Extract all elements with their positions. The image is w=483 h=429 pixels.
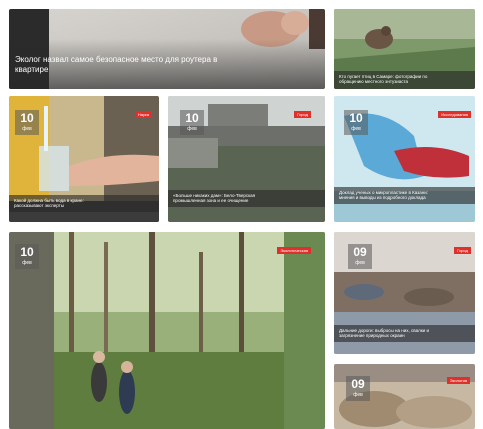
headline-line-2: загрязнение природных окраин: [339, 333, 405, 339]
category-tag[interactable]: Экология: [446, 377, 470, 384]
date-badge: 10 фев: [15, 244, 39, 269]
headline-line-1: Эколог назвал самое безопасное место для…: [15, 55, 218, 64]
date-day: 09: [351, 377, 365, 391]
news-card-pond[interactable]: 10 фев Город «Больше никаких дам»: Бело-…: [168, 96, 325, 222]
headline-line-2: рассказывают эксперты: [14, 203, 64, 209]
date-badge: 10 фев: [15, 110, 39, 135]
date-badge: 09 фев: [348, 244, 372, 269]
headline-line-2: обращению местного энтузиаста: [339, 79, 409, 85]
headline-line-2: квартире: [15, 65, 49, 74]
news-card-water[interactable]: 10 фев Наука Какой должна быть вода в кр…: [9, 96, 159, 222]
news-card-birds[interactable]: Кто пугает птиц в Самаре: фотографии по …: [334, 9, 475, 89]
date-month: фев: [22, 126, 32, 132]
date-badge: 10 фев: [344, 110, 368, 135]
date-month: фев: [187, 126, 197, 132]
news-card-router[interactable]: Эколог назвал самое безопасное место для…: [9, 9, 325, 89]
date-month: фев: [355, 260, 365, 266]
category-tag[interactable]: Исследования: [438, 111, 471, 118]
news-card-lab[interactable]: 10 фев Исследования Доклад ученых о микр…: [334, 96, 475, 222]
news-card-forest[interactable]: 10 фев Экологическая: [9, 232, 325, 429]
category-tag[interactable]: Город: [294, 111, 311, 118]
news-card-garbage[interactable]: 09 фев Экология: [334, 364, 475, 429]
date-day: 10: [20, 111, 34, 125]
date-day: 10: [185, 111, 199, 125]
headline-line-2: мнения и выводы из подробного доклада: [339, 195, 426, 201]
category-tag[interactable]: Наука: [134, 111, 152, 118]
date-month: фев: [22, 260, 32, 266]
date-day: 10: [20, 245, 34, 259]
date-month: фев: [353, 392, 363, 398]
date-month: фев: [351, 126, 361, 132]
date-badge: 09 фев: [346, 376, 370, 401]
date-day: 10: [349, 111, 363, 125]
category-tag[interactable]: Экологическая: [277, 247, 311, 254]
headline-line-2: промышленная зона и ее очищение: [173, 198, 249, 204]
date-badge: 10 фев: [180, 110, 204, 135]
news-card-landfill[interactable]: 09 фев Город Дальние дороги: выбросы на …: [334, 232, 475, 354]
date-day: 09: [353, 245, 367, 259]
forest-photo: [9, 232, 325, 429]
category-tag[interactable]: Город: [454, 247, 471, 254]
